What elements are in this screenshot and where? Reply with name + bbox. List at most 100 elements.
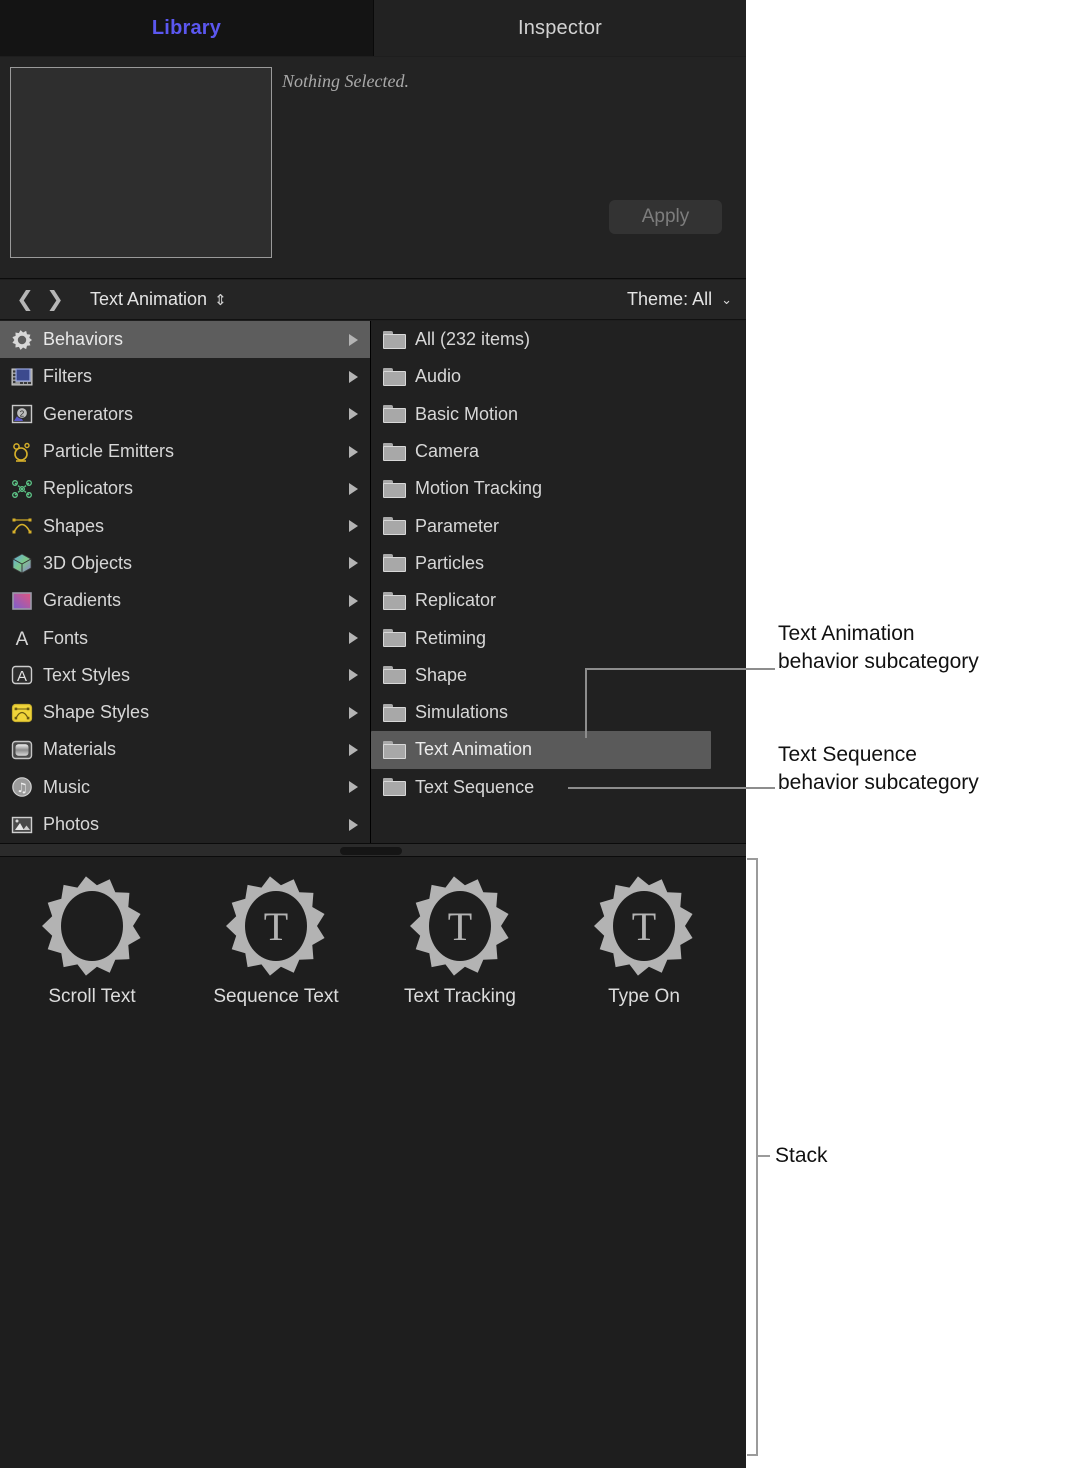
category-row-label: Materials — [43, 739, 117, 760]
category-column[interactable]: Behaviors Filters 2 Generators Particle Emit… — [0, 321, 371, 843]
category-row-label: Shapes — [43, 515, 105, 536]
stack-item-scroll-text[interactable]: Scroll Text — [0, 874, 184, 1008]
disclosure-triangle-icon[interactable] — [349, 781, 358, 794]
disclosure-triangle-icon[interactable] — [349, 408, 358, 421]
category-row-materials[interactable]: Materials — [0, 731, 370, 768]
category-row-label: Behaviors — [43, 329, 124, 350]
library-panel: Library Inspector Nothing Selected. Appl… — [0, 0, 746, 1468]
disclosure-triangle-icon[interactable] — [349, 557, 358, 570]
subcategory-row-label: Text Sequence — [415, 776, 535, 797]
subcategory-row-label: All (232 items) — [415, 329, 531, 350]
replicator-icon — [9, 478, 35, 500]
library-columns: Behaviors Filters 2 Generators Particle Emit… — [0, 321, 746, 843]
category-row-music[interactable]: ♫ Music — [0, 769, 370, 806]
divider-grabber-handle[interactable] — [340, 847, 402, 855]
subcategory-row-parameter[interactable]: Parameter — [371, 507, 745, 544]
particle-emitter-icon — [9, 441, 35, 463]
subcategory-row-label: Basic Motion — [415, 403, 519, 424]
subcategory-row-simulations[interactable]: Simulations — [371, 694, 745, 731]
stack-item-type-on[interactable]: T Type On — [552, 874, 736, 1008]
disclosure-triangle-icon[interactable] — [349, 669, 358, 682]
folder-icon — [383, 666, 406, 685]
subcategory-row-label: Simulations — [415, 702, 509, 723]
music-note-icon: ♫ — [9, 776, 35, 798]
folder-icon — [383, 442, 406, 461]
svg-text:T: T — [264, 904, 288, 949]
category-row-label: Replicators — [43, 478, 134, 499]
category-row-particle-emitters[interactable]: Particle Emitters — [0, 433, 370, 470]
category-row-filters[interactable]: Filters — [0, 358, 370, 395]
subcategory-row-audio[interactable]: Audio — [371, 358, 745, 395]
shape-style-icon — [9, 702, 35, 724]
disclosure-triangle-icon[interactable] — [349, 333, 358, 346]
subcategory-row-text-animation[interactable]: Text Animation — [371, 731, 711, 769]
stack-item-label: Type On — [608, 986, 680, 1007]
tab-library[interactable]: Library — [0, 0, 373, 56]
svg-text:2: 2 — [20, 410, 25, 419]
category-row-text-styles[interactable]: A Text Styles — [0, 657, 370, 694]
svg-text:T: T — [632, 904, 656, 949]
disclosure-triangle-icon[interactable] — [349, 706, 358, 719]
category-row-generators[interactable]: 2 Generators — [0, 396, 370, 433]
category-row-3d-objects[interactable]: 3D Objects — [0, 545, 370, 582]
subcategory-row-label: Camera — [415, 441, 480, 462]
subcategory-column[interactable]: All (232 items) Audio Basic Motion Camera Mo… — [371, 321, 745, 843]
category-row-photos[interactable]: Photos — [0, 806, 370, 843]
subcategory-row-shape[interactable]: Shape — [371, 657, 745, 694]
disclosure-triangle-icon[interactable] — [349, 818, 358, 831]
chevron-right-icon[interactable]: ❯ — [40, 289, 70, 310]
annotation-text-sequence: Text Sequence behavior subcategory — [778, 741, 979, 797]
disclosure-triangle-icon[interactable] — [349, 632, 358, 645]
gear-text-icon: T — [592, 874, 696, 978]
category-row-label: Gradients — [43, 590, 122, 611]
folder-icon — [383, 479, 406, 498]
leader-line-text-animation-vertical — [585, 668, 587, 738]
material-icon — [9, 739, 35, 761]
stack-item-label: Text Tracking — [404, 986, 516, 1007]
annotation-stack-label: Stack — [775, 1144, 828, 1167]
folder-icon — [383, 740, 406, 759]
subcategory-row-replicator[interactable]: Replicator — [371, 582, 745, 619]
category-row-shapes[interactable]: Shapes — [0, 507, 370, 544]
disclosure-triangle-icon[interactable] — [349, 520, 358, 533]
chevron-left-icon[interactable]: ❮ — [10, 289, 40, 310]
folder-icon — [383, 554, 406, 573]
disclosure-triangle-icon[interactable] — [349, 594, 358, 607]
category-row-replicators[interactable]: Replicators — [0, 470, 370, 507]
category-row-label: 3D Objects — [43, 552, 133, 573]
subcategory-row-motion-tracking[interactable]: Motion Tracking — [371, 470, 745, 507]
stack-item-sequence-text[interactable]: T Sequence Text — [184, 874, 368, 1008]
disclosure-triangle-icon[interactable] — [349, 743, 358, 756]
stack-bracket-top-tick — [747, 858, 758, 860]
path-title-menu[interactable]: Text Animation ⇕ — [90, 289, 227, 310]
stack-item-label: Sequence Text — [213, 986, 339, 1007]
letter-a-icon: A — [9, 627, 35, 649]
subcategory-row-camera[interactable]: Camera — [371, 433, 745, 470]
svg-text:A: A — [16, 629, 29, 649]
category-row-fonts[interactable]: A Fonts — [0, 619, 370, 656]
theme-popup-menu[interactable]: Theme: All ⌄ — [627, 289, 732, 310]
disclosure-triangle-icon[interactable] — [349, 482, 358, 495]
subcategory-row-label: Motion Tracking — [415, 478, 543, 499]
tab-library-label: Library — [151, 16, 222, 39]
category-row-shape-styles[interactable]: Shape Styles — [0, 694, 370, 731]
subcategory-row-retiming[interactable]: Retiming — [371, 619, 745, 656]
category-row-behaviors[interactable]: Behaviors — [0, 321, 370, 359]
tab-inspector-label: Inspector — [517, 16, 603, 39]
subcategory-row-all-232-items-[interactable]: All (232 items) — [371, 321, 745, 358]
category-row-label: Photos — [43, 814, 100, 834]
category-row-gradients[interactable]: Gradients — [0, 582, 370, 619]
stack-item-list: Scroll Text T Sequence Text T Text Tracking T… — [0, 858, 746, 1008]
gear-text-icon: T — [408, 874, 512, 978]
disclosure-triangle-icon[interactable] — [349, 370, 358, 383]
disclosure-triangle-icon[interactable] — [349, 445, 358, 458]
subcategory-row-basic-motion[interactable]: Basic Motion — [371, 396, 745, 433]
stack-divider[interactable] — [0, 843, 746, 857]
tab-inspector[interactable]: Inspector — [373, 0, 746, 56]
subcategory-row-label: Shape — [415, 664, 468, 685]
folder-icon — [383, 629, 406, 648]
stack-item-text-tracking[interactable]: T Text Tracking — [368, 874, 552, 1008]
gradient-swatch-icon — [9, 590, 35, 612]
apply-button[interactable]: Apply — [609, 200, 722, 234]
subcategory-row-particles[interactable]: Particles — [371, 545, 745, 582]
